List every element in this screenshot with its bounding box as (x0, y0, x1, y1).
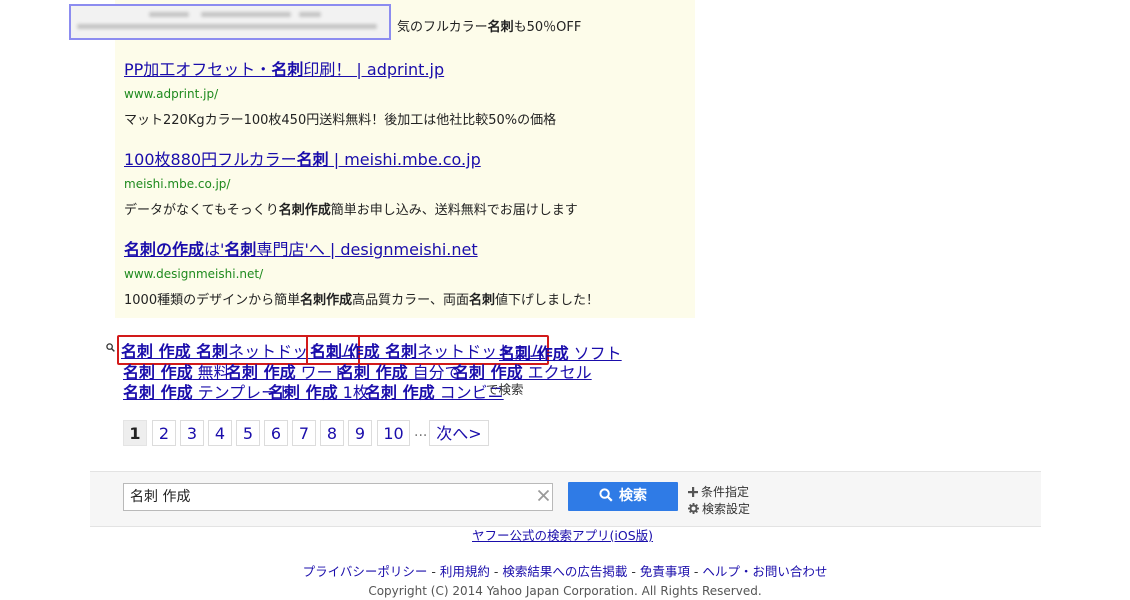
page-link[interactable]: 10 (377, 420, 410, 446)
ad-url: meishi.mbe.co.jp/ (124, 177, 231, 191)
footer-link-disclaimer[interactable]: 免責事項 (640, 564, 690, 579)
footer-link-terms[interactable]: 利用規約 (440, 564, 490, 579)
search-icon (599, 488, 613, 502)
footer-separator: - (627, 564, 640, 579)
search-bar: 名刺 作成 検索 条件指定 検索設定 (90, 471, 1041, 527)
clear-icon[interactable] (537, 489, 550, 502)
footer-separator: - (427, 564, 440, 579)
ad-title-link[interactable]: 100枚880円フルカラー名刺 | meishi.mbe.co.jp (124, 146, 578, 170)
footer-separator: - (489, 564, 503, 579)
page-link[interactable]: 9 (348, 420, 372, 446)
page-link[interactable]: 5 (236, 420, 260, 446)
related-search-link[interactable]: 名刺 作成 コンビニ (365, 379, 504, 403)
ad-description: 1000種類のデザインから簡単名刺作成高品質カラー、両面名刺値下げしました！ (124, 293, 600, 308)
footer-links: プライバシーポリシー - 利用規約 - 検索結果への広告掲載 - 免責事項 - … (0, 561, 1130, 580)
page-current: 1 (123, 420, 147, 446)
ad-item: 100枚880円フルカラー名刺 | meishi.mbe.co.jp meish… (124, 146, 578, 218)
ad-item: 名刺の作成は'名刺専門店'へ | designmeishi.net www.de… (124, 236, 599, 308)
related-search-suffix: で検索 (486, 382, 524, 397)
footer-separator: - (689, 564, 703, 579)
search-settings-link[interactable]: 検索設定 (688, 500, 750, 517)
page-link[interactable]: 2 (152, 420, 176, 446)
gear-icon (688, 503, 699, 514)
blurred-ad-title[interactable] (69, 4, 391, 40)
page-link[interactable]: 6 (264, 420, 288, 446)
next-page-button[interactable]: 次へ> (429, 420, 489, 446)
search-app-link[interactable]: ヤフー公式の検索アプリ(iOS版) (472, 525, 653, 544)
footer-link-ads[interactable]: 検索結果への広告掲載 (502, 564, 627, 579)
footer-link-help[interactable]: ヘルプ・お問い合わせ (702, 564, 827, 579)
related-search-link[interactable]: 名刺 作成 1枚 (268, 379, 369, 403)
copyright: Copyright (C) 2014 Yahoo Japan Corporati… (368, 584, 762, 598)
search-button[interactable]: 検索 (568, 482, 678, 511)
page-link[interactable]: 7 (292, 420, 316, 446)
ad-item: PP加工オフセット・名刺印刷！ | adprint.jp www.adprint… (124, 56, 556, 128)
page-link[interactable]: 3 (180, 420, 204, 446)
ad-description: データがなくてもそっくり名刺作成簡単お申し込み、送料無料でお届けします (124, 203, 578, 218)
ad-title-link[interactable]: 名刺の作成は'名刺専門店'へ | designmeishi.net (124, 236, 599, 260)
page-link[interactable]: 8 (320, 420, 344, 446)
pagination-ellipsis: ... (414, 424, 428, 440)
search-icon (106, 343, 115, 352)
search-conditions-link[interactable]: 条件指定 (688, 483, 749, 500)
footer-link-privacy[interactable]: プライバシーポリシー (303, 564, 428, 579)
search-input[interactable]: 名刺 作成 (123, 483, 553, 511)
ad-url: www.adprint.jp/ (124, 87, 219, 101)
ad-title-link[interactable]: PP加工オフセット・名刺印刷！ | adprint.jp (124, 56, 556, 80)
ad-first-description-tail: 気のフルカラー名刺も50％OFF (397, 20, 582, 35)
ad-url: www.designmeishi.net/ (124, 267, 264, 281)
page-link[interactable]: 4 (208, 420, 232, 446)
ad-description: マット220Kgカラー100枚450円送料無料！後加工は他社比較50%の価格 (124, 113, 557, 128)
plus-icon (688, 487, 698, 497)
